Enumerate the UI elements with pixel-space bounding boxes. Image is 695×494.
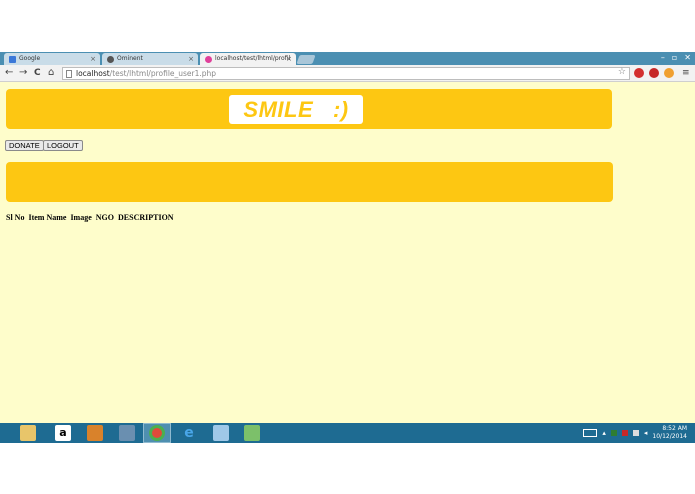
system-tray: ▴ ◂ 8:52 AM 10/12/2014 [583, 423, 687, 443]
column-header-item-name: Item Name [28, 213, 67, 222]
screen: Google × Ominent × localhost/test/lhtml/… [0, 0, 695, 494]
internet-explorer-icon[interactable]: e [181, 425, 197, 441]
file-explorer-icon[interactable] [20, 425, 36, 441]
close-window-button[interactable]: ✕ [684, 52, 691, 65]
app-icon[interactable] [87, 425, 103, 441]
taskbar-clock[interactable]: 8:52 AM 10/12/2014 [652, 425, 687, 441]
tray-flag-icon[interactable] [621, 430, 628, 436]
chrome-menu-icon[interactable]: ≡ [682, 66, 690, 80]
tab-close-icon[interactable]: × [90, 53, 96, 65]
tab-profile-user[interactable]: localhost/test/lhtml/profil × [200, 53, 296, 65]
network-icon[interactable] [632, 430, 639, 436]
tab-close-icon[interactable]: × [286, 53, 292, 65]
maximize-button[interactable]: ▫ [672, 52, 677, 65]
page-viewport: SMILE :) DONATE LOGOUT Sl No Item Name I… [0, 82, 695, 423]
tab-title: localhost/test/lhtml/profil [215, 55, 291, 62]
clock-date: 10/12/2014 [652, 433, 687, 440]
browser-titlebar: Google × Ominent × localhost/test/lhtml/… [0, 52, 695, 65]
keyboard-icon[interactable] [583, 429, 598, 437]
logout-button[interactable]: LOGOUT [43, 140, 83, 151]
tab-google[interactable]: Google × [4, 53, 100, 65]
content-band [6, 162, 613, 202]
notes-icon[interactable] [213, 425, 229, 441]
chrome-icon[interactable] [149, 425, 165, 441]
items-table-header: Sl No Item Name Image NGO DESCRIPTION [6, 213, 174, 222]
browser-toolbar: ← → C ⌂ localhost/test/lhtml/profile_use… [0, 65, 695, 82]
home-button[interactable]: ⌂ [48, 66, 54, 80]
address-bar[interactable]: localhost/test/lhtml/profile_user1.php ☆ [62, 67, 630, 80]
logo-text: SMILE :) [243, 97, 349, 122]
window-controls: – ▫ ✕ [661, 52, 691, 65]
tab-title: Google [19, 55, 41, 62]
tray-app-icon[interactable] [610, 430, 617, 436]
column-header-sl-no: Sl No [6, 213, 25, 222]
address-path: /test/lhtml/profile_user1.php [109, 69, 217, 78]
paint-icon[interactable] [119, 425, 135, 441]
tab-title: Ominent [117, 55, 143, 62]
header-banner: SMILE :) [6, 89, 612, 129]
amazon-icon[interactable]: a [55, 425, 71, 441]
reload-button[interactable]: C [34, 66, 41, 80]
tray-expand-icon[interactable]: ▴ [602, 429, 606, 437]
google-favicon-icon [9, 56, 16, 63]
back-button[interactable]: ← [5, 66, 13, 80]
donate-button[interactable]: DONATE [5, 140, 44, 151]
page-icon [66, 70, 72, 78]
bookmark-star-icon[interactable]: ☆ [618, 67, 626, 78]
extension-opera-icon[interactable] [634, 68, 644, 78]
column-header-ngo: NGO [95, 213, 114, 222]
windows-taskbar: a e ▴ ◂ 8:52 AM 10/12/2014 [0, 423, 695, 443]
smile-favicon-icon [205, 56, 212, 63]
extension-icon[interactable] [664, 68, 674, 78]
forward-button[interactable]: → [19, 66, 27, 80]
extension-adblock-icon[interactable] [649, 68, 659, 78]
column-header-image: Image [70, 213, 92, 222]
image-viewer-icon[interactable] [244, 425, 260, 441]
column-header-description: DESCRIPTION [118, 213, 174, 222]
volume-icon[interactable]: ◂ [644, 429, 648, 437]
site-logo: SMILE :) [229, 95, 363, 124]
ominent-favicon-icon [107, 56, 114, 63]
tab-ominent[interactable]: Ominent × [102, 53, 198, 65]
tab-close-icon[interactable]: × [188, 53, 194, 65]
address-host: localhost [76, 69, 110, 78]
minimize-button[interactable]: – [661, 52, 665, 65]
clock-time: 8:52 AM [662, 425, 687, 432]
new-tab-button[interactable] [296, 55, 316, 64]
